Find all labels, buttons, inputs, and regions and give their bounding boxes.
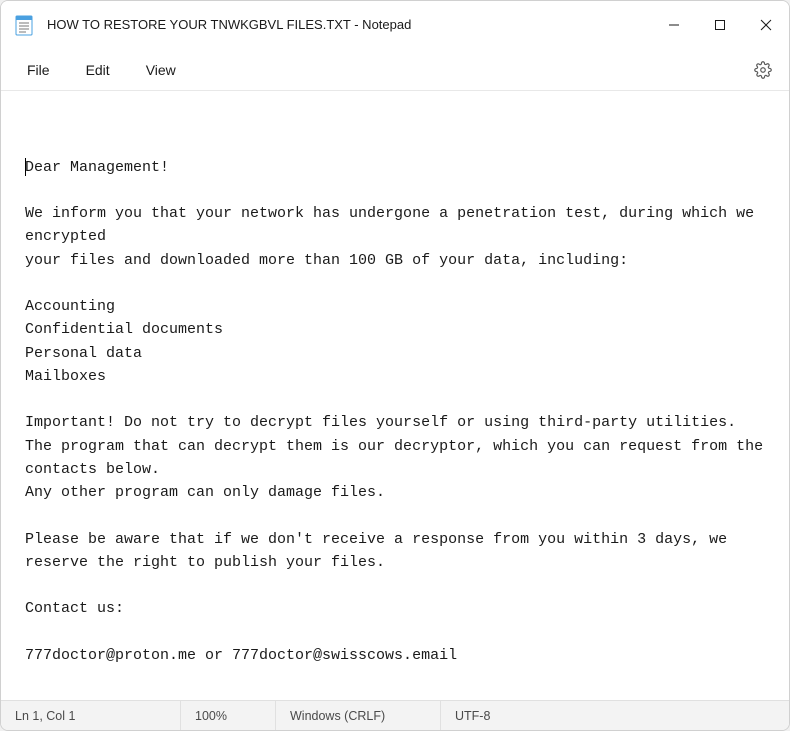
status-encoding: UTF-8 bbox=[441, 701, 789, 730]
menu-view[interactable]: View bbox=[128, 56, 194, 84]
text-editor[interactable]: Dear Management! We inform you that your… bbox=[1, 91, 789, 700]
status-position: Ln 1, Col 1 bbox=[1, 701, 181, 730]
status-zoom: 100% bbox=[181, 701, 276, 730]
window-title: HOW TO RESTORE YOUR TNWKGBVL FILES.TXT -… bbox=[47, 17, 651, 32]
document-text: Dear Management! We inform you that your… bbox=[25, 159, 772, 664]
menubar: File Edit View bbox=[1, 49, 789, 91]
statusbar: Ln 1, Col 1 100% Windows (CRLF) UTF-8 bbox=[1, 700, 789, 730]
maximize-button[interactable] bbox=[697, 1, 743, 48]
notepad-window: HOW TO RESTORE YOUR TNWKGBVL FILES.TXT -… bbox=[0, 0, 790, 731]
settings-button[interactable] bbox=[745, 52, 781, 88]
menu-edit[interactable]: Edit bbox=[68, 56, 128, 84]
status-line-ending: Windows (CRLF) bbox=[276, 701, 441, 730]
window-controls bbox=[651, 1, 789, 48]
menu-file[interactable]: File bbox=[9, 56, 68, 84]
notepad-icon bbox=[15, 14, 33, 36]
minimize-button[interactable] bbox=[651, 1, 697, 48]
close-button[interactable] bbox=[743, 1, 789, 48]
titlebar: HOW TO RESTORE YOUR TNWKGBVL FILES.TXT -… bbox=[1, 1, 789, 49]
